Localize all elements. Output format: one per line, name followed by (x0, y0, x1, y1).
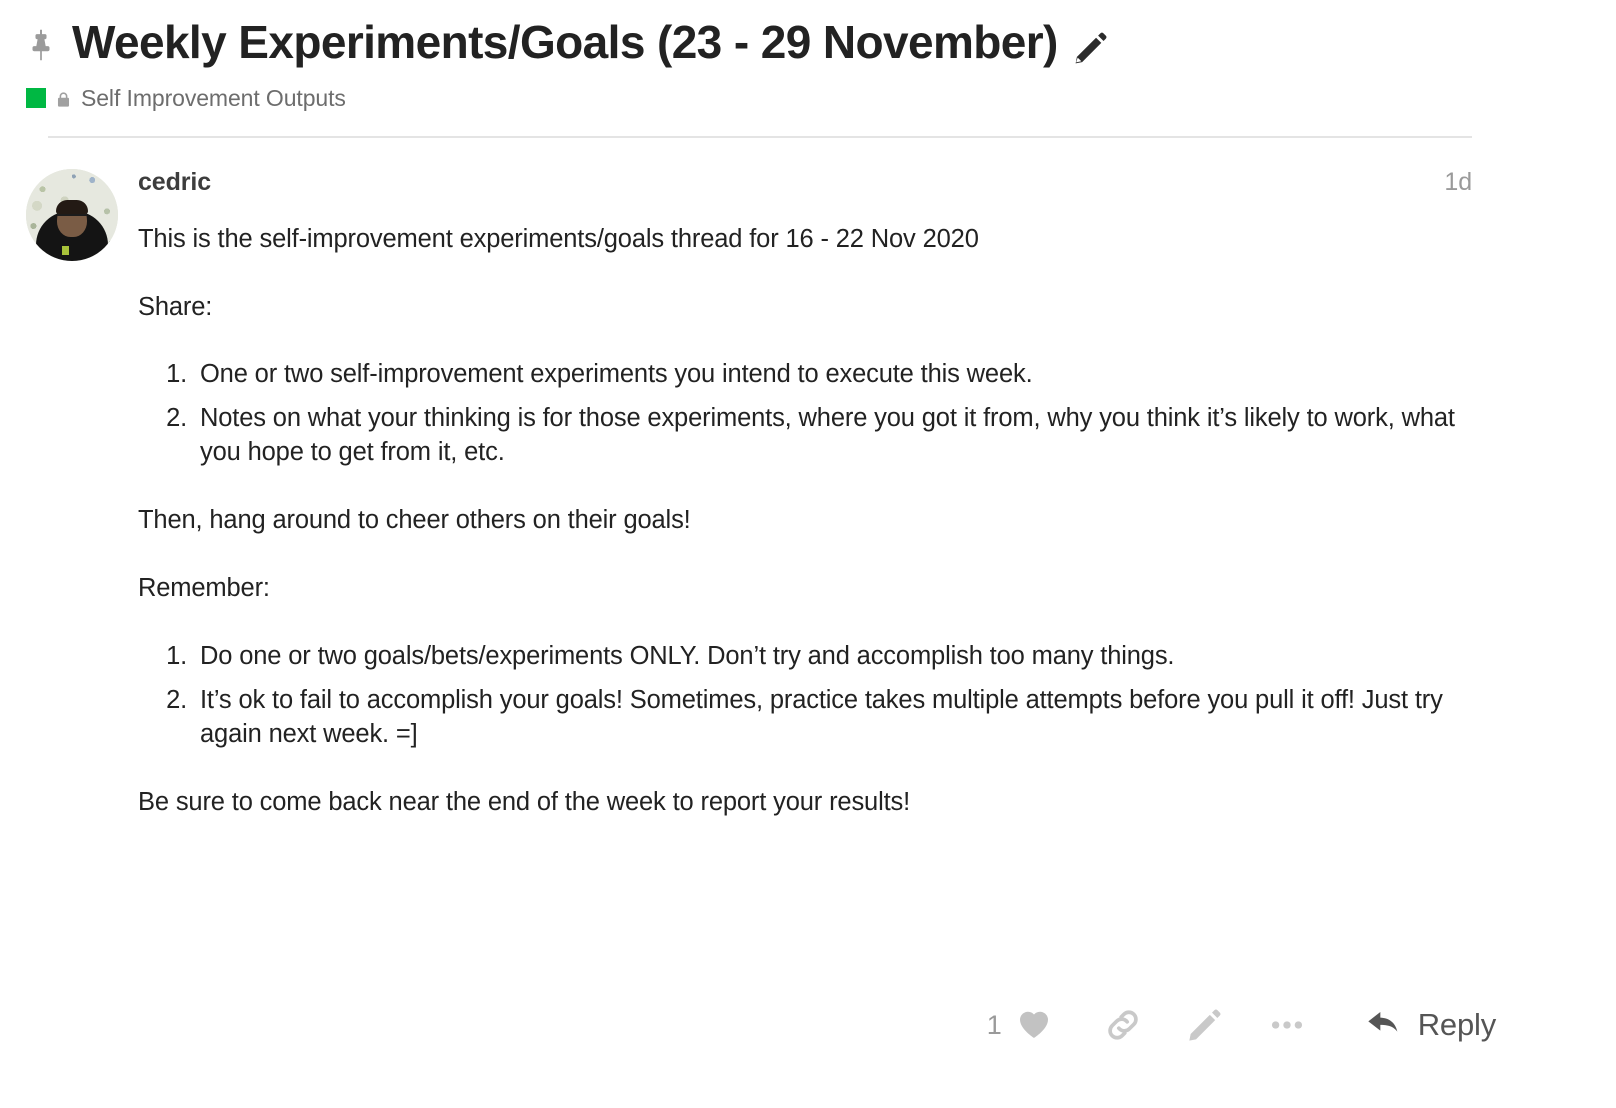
topic-header: Weekly Experiments/Goals (23 - 29 Novemb… (0, 0, 1616, 138)
avatar-column (24, 166, 138, 854)
share-heading: Share: (138, 292, 213, 321)
cheer-paragraph: Then, hang around to cheer others on the… (138, 506, 691, 535)
post-body: cedric 1d This is the self-improvement e… (138, 166, 1592, 854)
category-breadcrumb[interactable]: Self Improvement Outputs (26, 85, 1592, 112)
list-item: One or two self-improvement experiments … (194, 358, 1472, 392)
poster-username[interactable]: cedric (138, 168, 211, 197)
list-item: It’s ok to fail to accomplish your goals… (194, 684, 1472, 752)
lock-icon (55, 89, 72, 110)
reply-button[interactable]: Reply (1364, 1003, 1496, 1048)
remember-list: Do one or two goals/bets/experiments ONL… (138, 640, 1472, 752)
post: cedric 1d This is the self-improvement e… (0, 138, 1616, 854)
list-item: Notes on what your thinking is for those… (194, 402, 1472, 470)
post-timestamp[interactable]: 1d (1444, 168, 1472, 197)
pin-icon (24, 23, 58, 67)
avatar-shirt-badge (62, 245, 69, 255)
category-name[interactable]: Self Improvement Outputs (81, 85, 346, 112)
topic-page: Weekly Experiments/Goals (23 - 29 Novemb… (0, 0, 1616, 1108)
post-actions: 1 Reply (987, 1002, 1496, 1048)
post-meta: cedric 1d (138, 168, 1472, 197)
edit-title-pencil-icon[interactable] (1072, 29, 1110, 67)
ellipsis-icon[interactable] (1264, 1002, 1310, 1048)
post-content: This is the self-improvement experiments… (138, 223, 1472, 820)
link-icon[interactable] (1100, 1002, 1146, 1048)
like-count: 1 (986, 1009, 1002, 1040)
closing-paragraph: Be sure to come back near the end of the… (138, 787, 911, 816)
remember-heading: Remember: (138, 574, 270, 603)
title-row: Weekly Experiments/Goals (23 - 29 Novemb… (24, 16, 1592, 68)
like-button[interactable]: 1 (987, 1003, 1054, 1048)
edit-post-pencil-icon[interactable] (1182, 1002, 1228, 1048)
reply-arrow-icon (1364, 1003, 1404, 1048)
category-color-swatch (26, 88, 46, 109)
intro-paragraph: This is the self-improvement experiments… (138, 224, 979, 253)
share-list: One or two self-improvement experiments … (138, 358, 1472, 470)
avatar[interactable] (26, 168, 118, 261)
heart-icon[interactable] (1014, 1003, 1054, 1048)
page-title: Weekly Experiments/Goals (23 - 29 Novemb… (72, 16, 1058, 68)
list-item: Do one or two goals/bets/experiments ONL… (194, 640, 1472, 674)
reply-label: Reply (1417, 1007, 1496, 1042)
avatar-hair (56, 199, 88, 214)
avatar-glasses (57, 213, 87, 220)
